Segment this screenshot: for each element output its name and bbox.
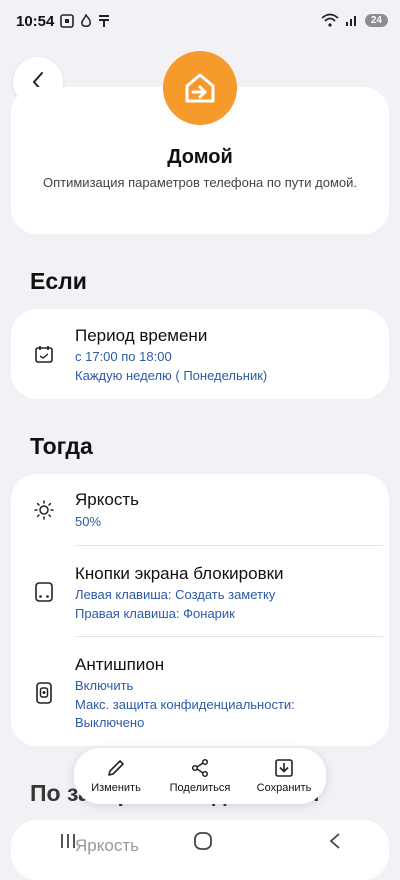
right-key-value: Правая клавиша: Фонарик bbox=[75, 606, 235, 621]
system-icons: 24 bbox=[321, 13, 388, 27]
app-notification-icon bbox=[99, 15, 109, 27]
if-card[interactable] bbox=[11, 309, 389, 399]
battery-indicator: 24 bbox=[364, 13, 388, 27]
share-button[interactable]: Поделиться bbox=[158, 748, 242, 804]
calendar-icon bbox=[33, 343, 55, 365]
status-time: 10:54 bbox=[16, 13, 55, 30]
anti-spy-state: Включить bbox=[75, 678, 134, 693]
edit-button[interactable]: Изменить bbox=[74, 748, 158, 804]
brightness-icon bbox=[33, 499, 55, 521]
edit-label: Изменить bbox=[91, 782, 141, 794]
home-routine-icon bbox=[163, 51, 237, 125]
max-privacy-label: Макс. защита конфиденциальности: bbox=[75, 697, 295, 712]
privacy-screen-icon bbox=[33, 682, 55, 704]
status-bar: 10:54 24 bbox=[0, 0, 400, 44]
routine-description: Оптимизация параметров телефона по пути … bbox=[43, 175, 357, 190]
brightness-title[interactable]: Яркость bbox=[75, 490, 139, 510]
screenshot-icon bbox=[60, 14, 74, 28]
brightness-value: 50% bbox=[75, 514, 102, 529]
lock-screen-buttons-title[interactable]: Кнопки экрана блокировки bbox=[75, 564, 284, 584]
back-nav-icon[interactable] bbox=[328, 832, 342, 850]
wifi-icon bbox=[321, 13, 339, 27]
then-section-title: Тогда bbox=[30, 433, 93, 459]
share-label: Поделиться bbox=[169, 782, 231, 794]
if-section-title: Если bbox=[30, 268, 87, 294]
lock-screen-buttons-icon bbox=[33, 581, 55, 603]
time-period-repeat: Каждую неделю ( Понедельник) bbox=[75, 368, 268, 383]
anti-spy-title[interactable]: Антишпион bbox=[75, 655, 164, 675]
save-label: Сохранить bbox=[256, 782, 312, 794]
download-icon bbox=[275, 759, 293, 777]
pencil-icon bbox=[108, 760, 124, 776]
action-bar: Изменить Поделиться Сохранить bbox=[74, 748, 326, 804]
home-icon[interactable] bbox=[193, 831, 213, 851]
divider bbox=[75, 545, 383, 546]
time-period-title: Период времени bbox=[75, 326, 208, 345]
system-nav-bar bbox=[0, 815, 400, 867]
share-icon bbox=[191, 758, 209, 778]
divider bbox=[75, 636, 383, 637]
time-period-range: с 17:00 по 18:00 bbox=[75, 349, 172, 364]
fire-icon bbox=[81, 14, 91, 27]
max-privacy-value: Выключено bbox=[75, 715, 145, 730]
save-button[interactable]: Сохранить bbox=[242, 748, 326, 804]
notification-icons bbox=[60, 14, 110, 28]
left-key-value: Левая клавиша: Создать заметку bbox=[75, 587, 276, 602]
routine-title: Домой bbox=[167, 146, 233, 168]
signal-icon bbox=[345, 16, 356, 26]
recent-apps-icon[interactable] bbox=[58, 832, 78, 850]
